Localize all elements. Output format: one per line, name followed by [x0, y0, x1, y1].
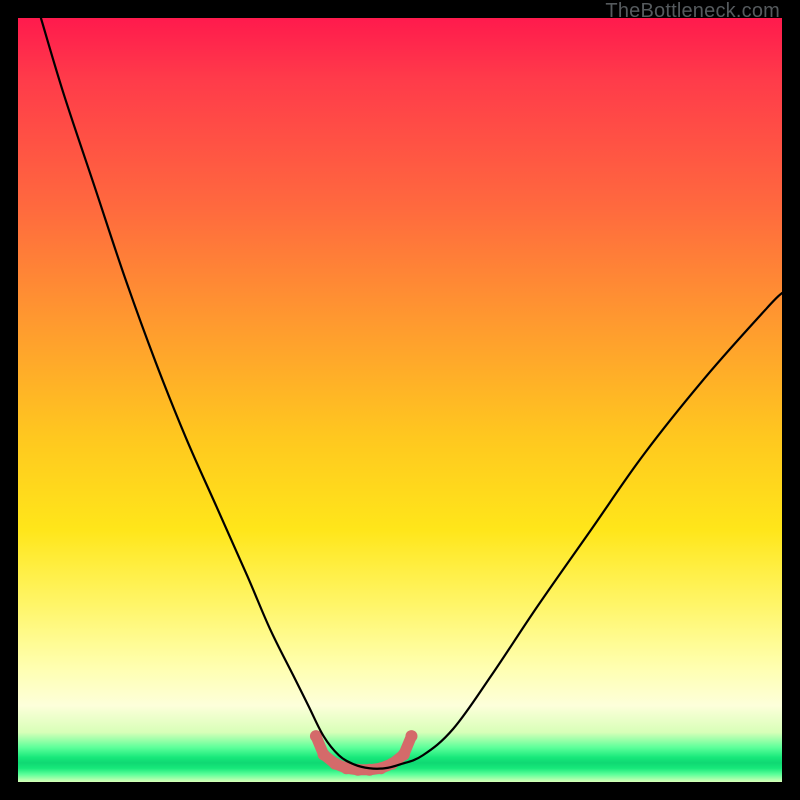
plot-area: [18, 18, 782, 782]
chart-svg: [18, 18, 782, 782]
valley-dot: [363, 764, 375, 776]
valley-dot: [405, 730, 417, 742]
valley-dot: [398, 749, 410, 761]
bottleneck-curve-path: [41, 18, 782, 769]
valley-dot: [318, 749, 330, 761]
chart-frame: TheBottleneck.com: [0, 0, 800, 800]
valley-dot: [329, 758, 341, 770]
valley-marker-dots: [310, 730, 418, 776]
watermark-text: TheBottleneck.com: [605, 0, 780, 23]
